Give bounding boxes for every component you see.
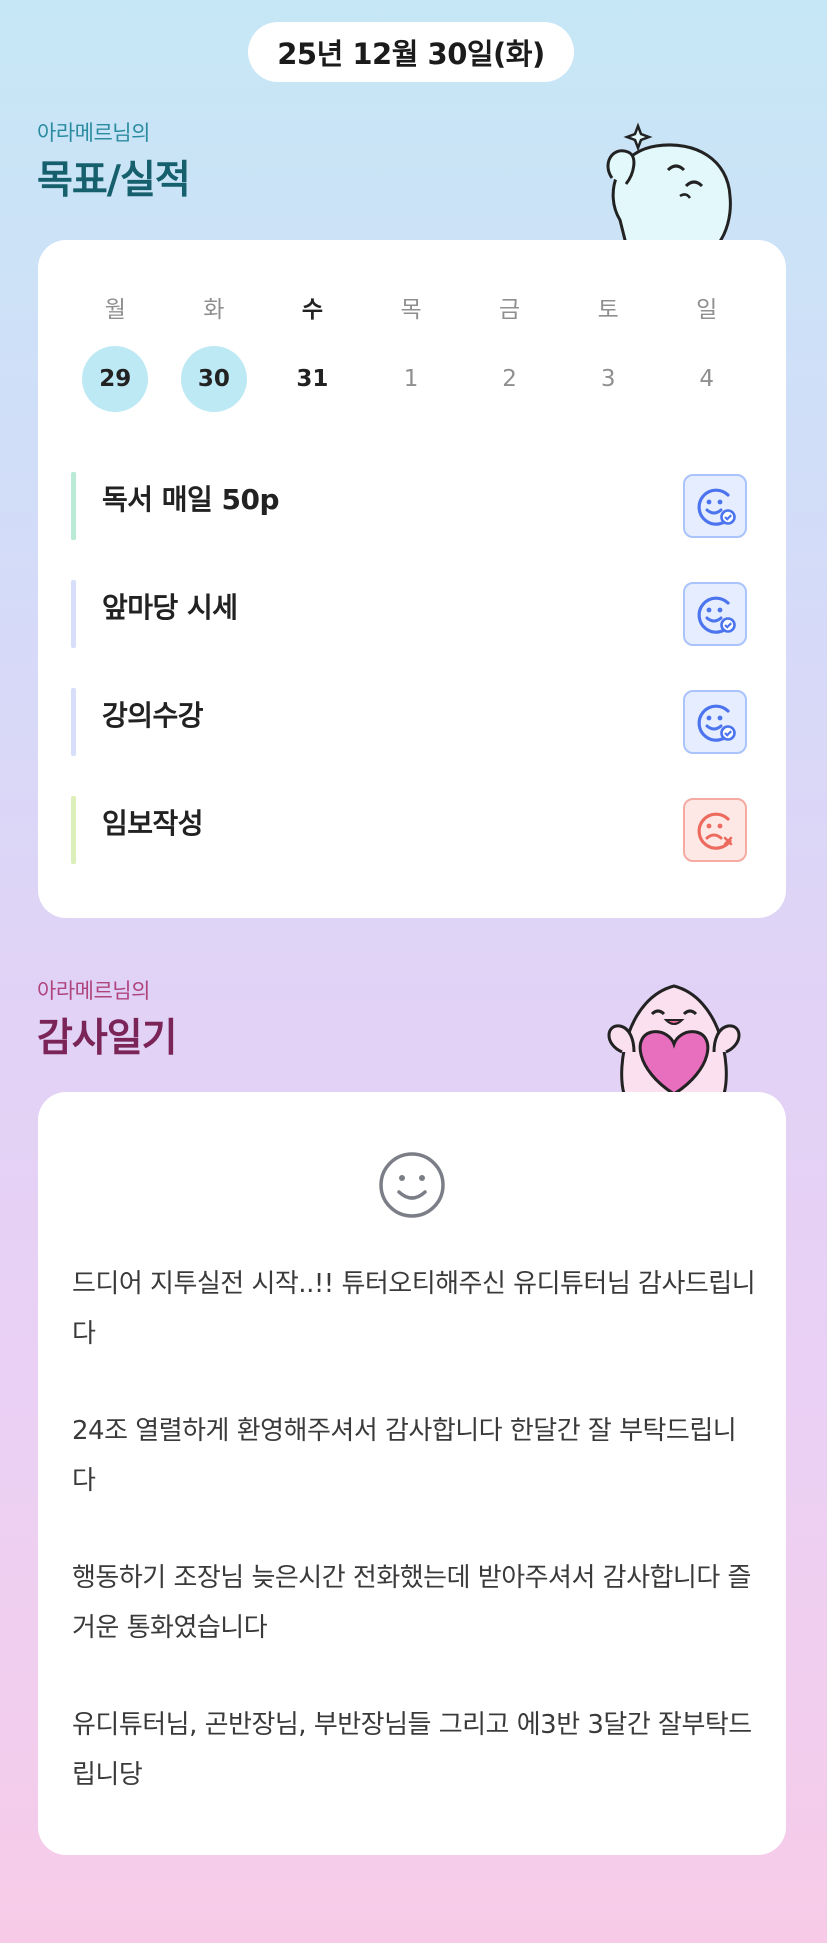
goal-missed-button[interactable] [683,798,747,862]
goal-achieved-button[interactable] [683,582,747,646]
goal-name: 앞마당 시세 [102,591,238,624]
day-label: 수 [301,297,324,323]
smile-check-icon [697,704,736,742]
goals-section-header: 아라메르님의 목표/실적 [37,117,191,205]
day-number: 29 [82,346,149,412]
day-number: 4 [699,366,715,392]
goal-row[interactable]: 앞마당 시세 [71,558,751,666]
goal-achieved-button[interactable] [683,690,747,754]
goal-name: 독서 매일 50p [102,483,280,516]
thanks-section-header: 아라메르님의 감사일기 [37,975,178,1063]
day-thu[interactable]: 목 1 [362,290,461,412]
cheering-mascot-icon [606,122,732,244]
thanks-owner-line: 아라메르님의 [37,979,150,1003]
sad-x-icon [697,812,733,850]
day-number: 3 [600,366,616,392]
smile-icon [379,1152,445,1218]
day-number: 31 [296,366,329,392]
goal-row[interactable]: 임보작성 [71,774,751,882]
date-display: 25년 12월 30일(화) [248,22,574,82]
day-label: 화 [203,297,225,323]
goals-section-title: 목표/실적 [37,158,191,203]
goals-owner-line: 아라메르님의 [37,121,150,145]
heart-mascot-icon [607,984,741,1094]
thanks-diary-card: 드디어 지투실전 시작..!! 튜터오티해주신 유디튜터님 감사드립니다 24조… [38,1092,786,1855]
goal-color-bar [71,688,76,756]
day-wed[interactable]: 수 31 [263,290,362,412]
goal-name: 강의수강 [102,699,204,732]
thanks-entry: 행동하기 조장님 늦은시간 전화했는데 받아주셔서 감사합니다 즐거운 통화였습… [72,1563,751,1643]
goal-color-bar [71,580,76,648]
goal-color-bar [71,472,76,540]
thanks-section-title: 감사일기 [37,1016,178,1061]
smile-check-icon [697,488,736,526]
day-mon[interactable]: 월 29 [66,290,165,412]
goal-achieved-button[interactable] [683,474,747,538]
goal-list: 독서 매일 50p 앞마당 시세 강의수강 임보작성 [71,450,751,882]
thanks-entry: 24조 열렬하게 환영해주셔서 감사합니다 한달간 잘 부탁드립니다 [72,1416,737,1496]
day-number: 2 [502,366,517,392]
day-number: 30 [180,346,247,412]
day-sat[interactable]: 토 3 [559,290,658,412]
thanks-entries: 드디어 지투실전 시작..!! 튜터오티해주신 유디튜터님 감사드립니다 24조… [72,1259,757,1847]
day-number: 1 [403,366,419,392]
day-sun[interactable]: 일 4 [657,290,756,412]
goals-card: 월 29 화 30 수 31 목 1 금 2 토 3 일 4 독서 매일 50p… [38,240,786,918]
day-fri[interactable]: 금 2 [460,290,559,412]
day-label: 월 [104,297,126,323]
smile-check-icon [697,596,736,634]
day-label: 금 [499,297,521,323]
thanks-entry: 드디어 지투실전 시작..!! 튜터오티해주신 유디튜터님 감사드립니다 [72,1269,756,1349]
day-tue[interactable]: 화 30 [165,290,264,412]
goal-color-bar [71,796,76,864]
week-strip: 월 29 화 30 수 31 목 1 금 2 토 3 일 4 [66,290,756,412]
day-label: 일 [696,297,718,323]
goal-row[interactable]: 독서 매일 50p [71,450,751,558]
goal-name: 임보작성 [102,807,204,840]
thanks-entry: 유디튜터님, 곤반장님, 부반장님들 그리고 에3반 3달간 잘부탁드립니당 [72,1710,752,1790]
goal-row[interactable]: 강의수강 [71,666,751,774]
day-label: 토 [597,297,619,323]
day-label: 목 [400,297,422,323]
